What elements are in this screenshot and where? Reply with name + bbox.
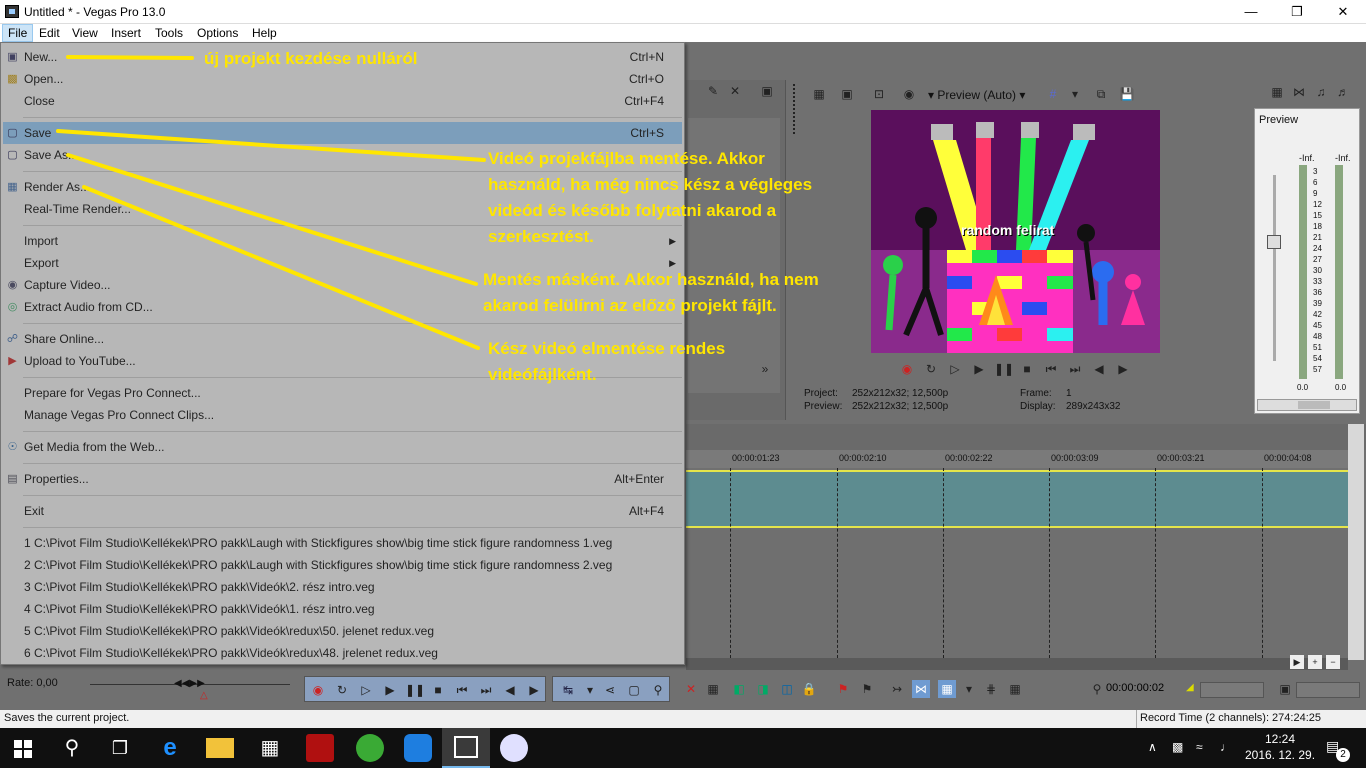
wifi-icon[interactable]: ≈ (1196, 740, 1203, 754)
annotation-save-as-line: Mentés másként. Akkor használd, ha nem (483, 270, 819, 289)
annotation-save-as: Mentés másként. Akkor használd, ha nem a… (483, 267, 819, 319)
file-explorer-icon[interactable] (206, 738, 234, 758)
annotation-save: Videó projekfájlba mentése. Akkor haszná… (488, 146, 812, 250)
store-icon[interactable]: ▦ (256, 734, 284, 762)
search-icon[interactable]: ⚲ (58, 734, 86, 762)
volume-icon[interactable]: ♩ (1220, 740, 1232, 754)
clock-time[interactable]: 12:24 (1250, 732, 1310, 746)
record-time: Record Time (2 channels): 274:24:25 (1140, 712, 1321, 724)
paint-icon[interactable] (500, 734, 528, 762)
pivot-animator-icon[interactable] (306, 734, 334, 762)
taskbar: ⚲ ❐ e ▦ ∧ ▩ ≈ ♩ 12:24 2016. 12. 29. ▤ 2 (0, 728, 1366, 768)
annotation-save-line: szerkesztést. (488, 227, 594, 246)
status-message: Saves the current project. (4, 712, 130, 724)
annotation-new: új projekt kezdése nulláról (204, 49, 418, 68)
annotation-save-line: használd, ha még nincs kész a végleges (488, 175, 813, 194)
annotation-render-line: Kész videó elmentése rendes (488, 339, 726, 358)
vegas-film-icon (454, 736, 478, 758)
vegas-taskbar-button[interactable] (442, 728, 490, 768)
windows-start-icon[interactable] (14, 740, 32, 758)
status-bar: Saves the current project. Record Time (… (0, 710, 1366, 728)
annotation-render-line: videófájlként. (488, 365, 597, 384)
clock-date[interactable]: 2016. 12. 29. (1240, 748, 1320, 762)
task-view-icon[interactable]: ❐ (106, 734, 134, 762)
network-icon[interactable]: ▩ (1172, 740, 1183, 754)
utorrent-icon[interactable] (356, 734, 384, 762)
edge-browser-icon[interactable]: e (156, 734, 184, 762)
notification-count-badge: 2 (1336, 748, 1350, 762)
teamviewer-icon[interactable] (404, 734, 432, 762)
status-divider (1136, 710, 1137, 728)
annotation-save-line: Videó projekfájlba mentése. Akkor (488, 149, 765, 168)
annotation-save-line: videód és később folytatni akarod a (488, 201, 777, 220)
tray-expand-icon[interactable]: ∧ (1148, 740, 1157, 754)
annotation-render: Kész videó elmentése rendes videófájlkén… (488, 336, 725, 388)
annotation-save-as-line: akarod felülírni az előző projekt fájlt. (483, 296, 777, 315)
